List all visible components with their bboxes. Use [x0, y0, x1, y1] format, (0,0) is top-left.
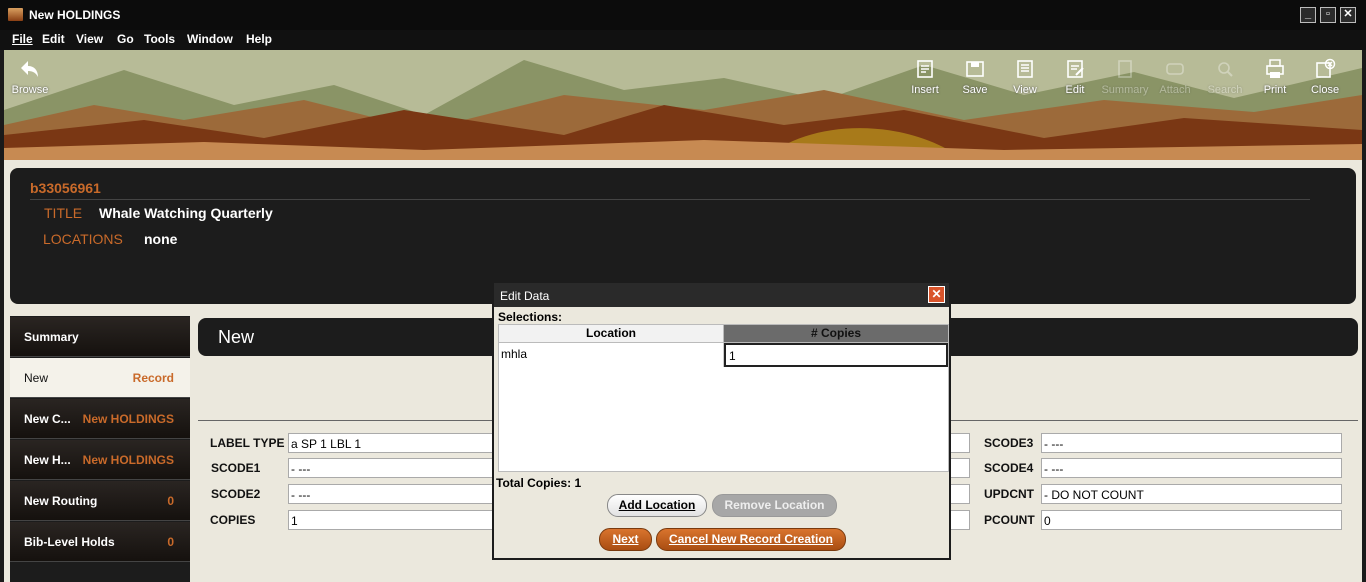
search-icon [1218, 62, 1233, 77]
record-id: b33056961 [30, 180, 101, 196]
dialog-close-icon[interactable]: ✕ [928, 286, 945, 303]
insert-button[interactable]: Insert [900, 58, 950, 96]
copies-cell-input[interactable]: 1 [724, 343, 948, 367]
save-icon [966, 61, 984, 77]
save-button[interactable]: Save [950, 58, 1000, 96]
menu-help[interactable]: Help [246, 32, 272, 46]
print-icon [1266, 59, 1284, 78]
record-divider [30, 199, 1310, 200]
insert-icon [917, 60, 933, 78]
pcount-field[interactable]: 0 [1041, 510, 1342, 530]
menu-go[interactable]: Go [117, 32, 134, 46]
scode1-label: SCODE1 [211, 461, 261, 475]
cancel-record-creation-button[interactable]: Cancel New Record Creation [656, 528, 846, 551]
window-title: New HOLDINGS [29, 8, 121, 22]
label-type-label: LABEL TYPE [210, 436, 285, 450]
scode4-field[interactable]: - --- [1041, 458, 1342, 478]
title-label: TITLE [44, 205, 83, 221]
back-arrow-icon [21, 61, 38, 77]
menu-tools[interactable]: Tools [144, 32, 175, 46]
locations-label: LOCATIONS [43, 231, 123, 247]
dialog-title-bar: Edit Data ✕ [494, 283, 949, 307]
edit-icon [1067, 60, 1084, 78]
locations-value: none [144, 231, 178, 247]
view-icon [1017, 60, 1033, 78]
scode2-label: SCODE2 [211, 487, 261, 501]
total-copies: Total Copies: 1 [496, 476, 582, 490]
location-cell[interactable]: mhla [499, 343, 724, 367]
menu-file[interactable]: File [12, 32, 33, 46]
browse-button[interactable]: Browse [5, 58, 55, 96]
close-button[interactable]: Close [1300, 58, 1350, 96]
sidebar-item-bib-level-holds[interactable]: Bib-Level Holds 0 [10, 522, 190, 562]
minimize-icon[interactable]: _ [1300, 7, 1316, 23]
menu-window[interactable]: Window [187, 32, 233, 46]
sidebar-item-new-checkin[interactable]: New C... New HOLDINGS [10, 399, 190, 439]
selections-label: Selections: [498, 310, 563, 324]
scode3-field[interactable]: - --- [1041, 433, 1342, 453]
window-title-bar: New HOLDINGS _ ▫ ✕ [0, 0, 1366, 30]
copies-label: COPIES [210, 513, 256, 527]
page-title: New [218, 327, 255, 347]
sidebar-item-new-holdings[interactable]: New H... New HOLDINGS [10, 440, 190, 480]
selections-table: Location # Copies mhla 1 [498, 324, 949, 472]
summary-toolbar-button[interactable]: Summary [1100, 58, 1150, 96]
title-value: Whale Watching Quarterly [99, 205, 273, 221]
updcnt-label: UPDCNT [984, 487, 1034, 501]
column-header-location[interactable]: Location [499, 325, 724, 343]
column-header-copies[interactable]: # Copies [724, 325, 948, 343]
attach-button[interactable]: Attach [1150, 58, 1200, 96]
summary-icon [1118, 60, 1132, 78]
close-icon [1316, 58, 1336, 78]
sidebar-item-summary[interactable]: Summary [10, 317, 190, 357]
scode3-label: SCODE3 [984, 436, 1034, 450]
updcnt-field[interactable]: - DO NOT COUNT [1041, 484, 1342, 504]
remove-location-button[interactable]: Remove Location [712, 494, 837, 517]
menu-view[interactable]: View [76, 32, 103, 46]
dialog-title: Edit Data [500, 289, 550, 303]
window-close-icon[interactable]: ✕ [1340, 7, 1356, 23]
scode4-label: SCODE4 [984, 461, 1034, 475]
menu-bar: File Edit View Go Tools Window Help [0, 30, 1366, 50]
pcount-label: PCOUNT [984, 513, 1035, 527]
next-button[interactable]: Next [599, 528, 652, 551]
menu-edit[interactable]: Edit [42, 32, 65, 46]
search-button[interactable]: Search [1200, 58, 1250, 96]
edit-data-dialog: Edit Data ✕ Selections: Location # Copie… [492, 281, 951, 560]
print-button[interactable]: Print [1250, 58, 1300, 96]
edit-button[interactable]: Edit [1050, 58, 1100, 96]
maximize-icon[interactable]: ▫ [1320, 7, 1336, 23]
attach-icon [1166, 63, 1184, 75]
view-button[interactable]: View [1000, 58, 1050, 96]
sidebar-item-new-routing[interactable]: New Routing 0 [10, 481, 190, 521]
add-location-button[interactable]: Add Location [607, 494, 707, 517]
app-logo-icon [8, 8, 23, 21]
sidebar-item-new-record[interactable]: New Record [10, 358, 190, 398]
